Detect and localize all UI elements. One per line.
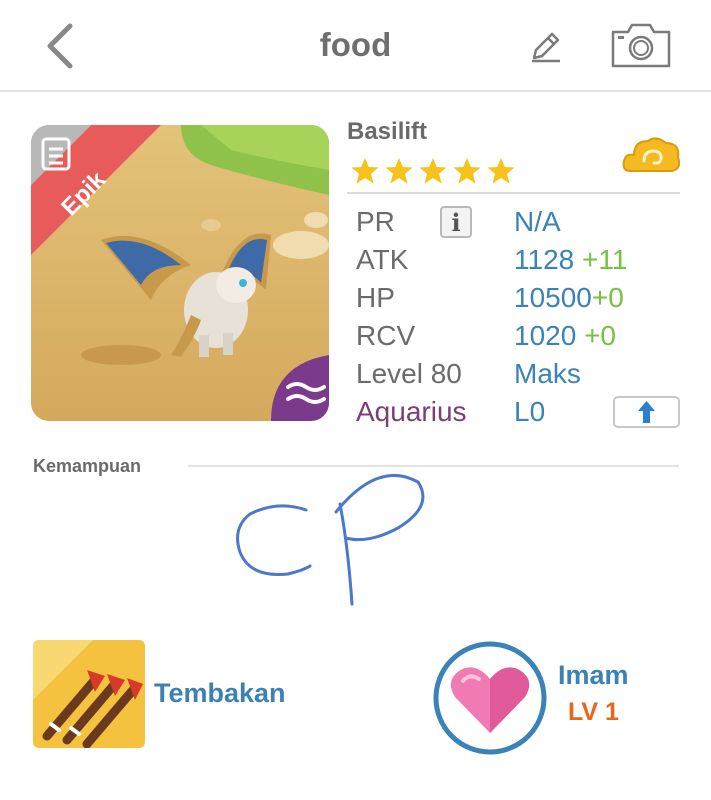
top-bar: food [0,0,711,92]
stat-value-hp: 10500+0 [514,282,624,313]
skill-name: Tembakan [154,678,286,708]
camera-icon[interactable] [610,20,672,70]
stat-bonus-rcv: +0 [584,320,617,351]
stats-divider [347,192,680,194]
monster-card[interactable]: Epik [31,125,329,421]
stat-bonus-atk: +11 [582,244,628,275]
star-rating [350,156,516,186]
star-icon [385,158,413,184]
stat-label-rcv: RCV [356,320,416,351]
constellation-value: L0 [514,396,546,427]
stat-value-atk: 1128 +11 [514,244,628,275]
constellation-label: Aquarius [356,396,467,427]
pencil-icon[interactable] [528,28,564,64]
stat-label-pr: PR [356,206,395,237]
stat-label-hp: HP [356,282,395,313]
stat-value-pr: N/A [514,206,561,237]
info-icon[interactable]: i [440,206,472,238]
leader-skill-level: LV 1 [568,698,619,726]
leader-skill-name: Imam [558,660,629,690]
skill-triple-arrow-icon[interactable] [33,640,145,748]
stat-bonus-hp: +0 [591,282,624,313]
stat-value-level: Maks [514,358,581,389]
heart-icon[interactable] [433,641,547,755]
handwritten-scribble [236,474,425,606]
section-label-abilities: Kemampuan [33,456,142,476]
monster-card-art: Epik [31,125,329,421]
star-icon [419,158,447,184]
stat-label-atk: ATK [356,244,409,275]
star-icon [453,158,481,184]
stat-label-level: Level 80 [356,358,462,389]
star-icon [487,158,515,184]
cloud-element-icon [622,137,681,172]
monster-name: Basilift [347,118,428,145]
stat-value-rcv: 1020 +0 [514,320,617,351]
arrow-up-icon [638,401,655,423]
star-icon [351,158,379,184]
page-title: food [319,26,392,63]
upgrade-button[interactable] [613,396,680,428]
